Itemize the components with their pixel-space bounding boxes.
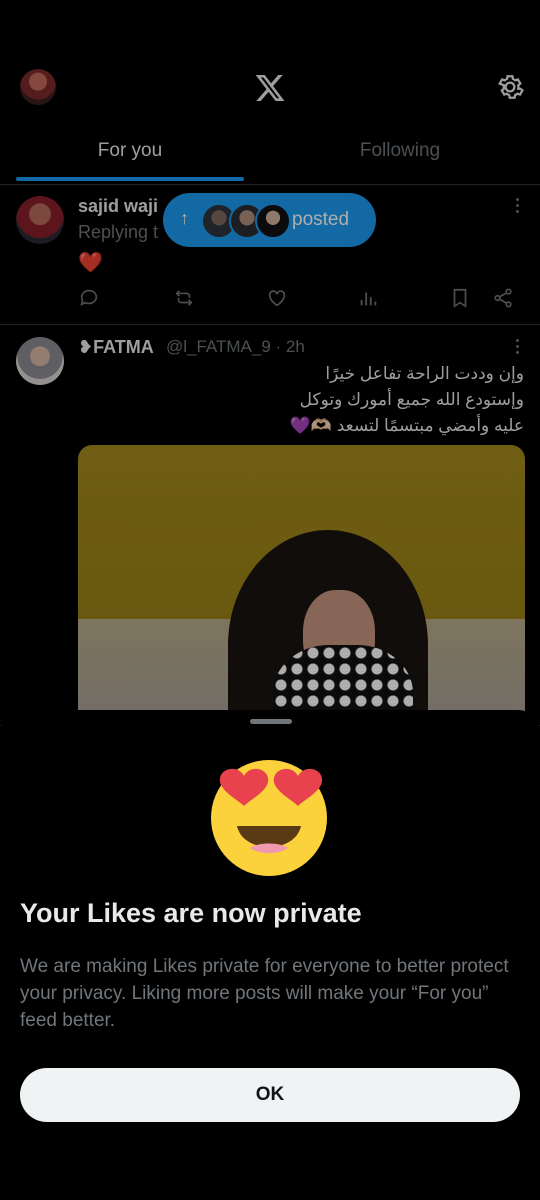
likes-private-sheet: Your Likes are now private We are making… [0,710,540,1200]
ok-button[interactable]: OK [20,1068,520,1122]
app-screen: For you Following sajid waji Replying t … [0,0,540,1200]
sheet-drag-handle[interactable] [250,719,292,724]
heart-eyes-emoji-icon [211,760,327,876]
sheet-title: Your Likes are now private [20,898,362,928]
sheet-description: We are making Likes private for everyone… [20,956,509,1031]
